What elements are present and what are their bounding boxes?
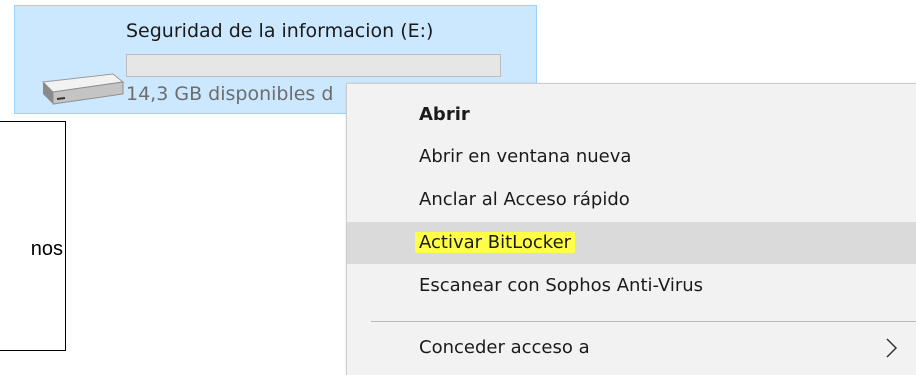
callout-text: nos	[30, 238, 63, 260]
menu-item-conceder-acceso[interactable]: Conceder acceso a	[347, 327, 916, 369]
hard-drive-icon	[41, 73, 125, 105]
menu-separator	[371, 321, 916, 322]
menu-item-activar-bitlocker[interactable]: Activar BitLocker	[347, 222, 916, 264]
drive-name: Seguridad de la informacion (E:)	[126, 20, 434, 42]
menu-item-label: Activar BitLocker	[415, 232, 576, 253]
drive-usage-bar	[126, 54, 501, 77]
chevron-right-icon	[886, 338, 898, 358]
menu-item-abrir-ventana-nueva[interactable]: Abrir en ventana nueva	[347, 136, 916, 178]
menu-item-label: Anclar al Acceso rápido	[419, 189, 630, 210]
menu-item-anclar-acceso-rapido[interactable]: Anclar al Acceso rápido	[347, 179, 916, 221]
menu-item-escanear-sophos[interactable]: Escanear con Sophos Anti-Virus	[347, 265, 916, 307]
callout-box: nos	[0, 121, 66, 351]
menu-item-abrir[interactable]: Abrir	[347, 94, 916, 136]
menu-item-label: Conceder acceso a	[419, 337, 590, 358]
menu-item-label: Abrir en ventana nueva	[419, 146, 632, 167]
drive-free-space: 14,3 GB disponibles d	[126, 83, 334, 105]
menu-item-label: Escanear con Sophos Anti-Virus	[419, 275, 704, 296]
context-menu: Abrir Abrir en ventana nueva Anclar al A…	[346, 83, 916, 375]
menu-item-label: Abrir	[419, 104, 470, 125]
